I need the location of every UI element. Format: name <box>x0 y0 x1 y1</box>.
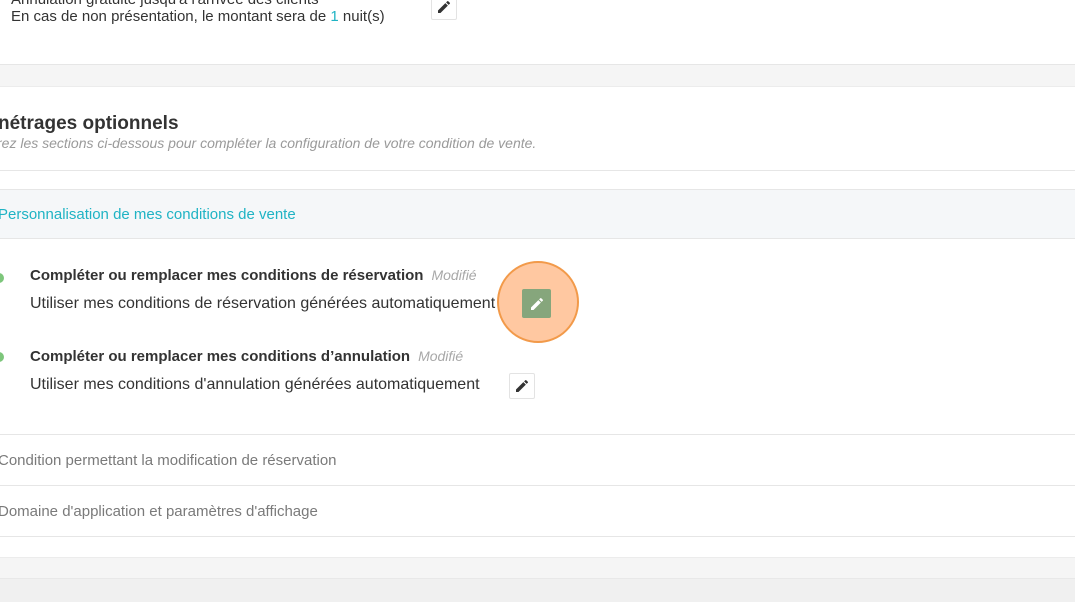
next-section-edge <box>0 578 1075 602</box>
noshow-value: 1 <box>330 8 339 25</box>
noshow-text: En cas de non présentation, le montant s… <box>11 8 385 25</box>
pencil-icon <box>516 379 529 392</box>
accordion-personalisation-header[interactable]: Personnalisation de mes conditions de ve… <box>0 189 1075 239</box>
edit-cancellation-conditions-button[interactable] <box>509 373 535 399</box>
pencil-icon <box>530 297 543 310</box>
pencil-icon <box>438 0 451 13</box>
noshow-prefix: En cas de non présentation, le montant s… <box>11 8 331 25</box>
noshow-suffix: nuit(s) <box>338 8 385 25</box>
edit-cancellation-button[interactable] <box>431 0 457 20</box>
reservation-conditions-title: Compléter ou remplacer mes conditions de… <box>30 267 477 284</box>
optional-settings-subtitle: rez les sections ci-dessous pour complét… <box>0 135 537 151</box>
cancellation-free-text: Annulation gratuite jusqu'à l'arrivée de… <box>11 0 319 8</box>
edit-reservation-conditions-button[interactable] <box>522 289 551 318</box>
optional-settings-title: nétrages optionnels <box>0 113 179 134</box>
reservation-conditions-label: Compléter ou remplacer mes conditions de… <box>30 267 424 284</box>
accordion-scope-display-settings[interactable]: Domaine d'application et paramètres d'af… <box>0 503 318 520</box>
status-badge: Modifié <box>418 348 464 364</box>
divider <box>0 434 1075 435</box>
divider <box>0 170 1075 171</box>
cancellation-conditions-title: Compléter ou remplacer mes conditions d’… <box>30 348 463 365</box>
reservation-conditions-desc: Utiliser mes conditions de réservation g… <box>30 295 496 312</box>
cancellation-summary-card: Annulation gratuite jusqu'à l'arrivée de… <box>0 0 1075 65</box>
status-badge: Modifié <box>431 267 477 283</box>
accordion-personalisation-label: Personnalisation de mes conditions de ve… <box>0 206 296 223</box>
cancellation-conditions-desc: Utiliser mes conditions d'annulation gén… <box>30 376 480 393</box>
divider <box>0 485 1075 486</box>
accordion-modification-condition[interactable]: Condition permettant la modification de … <box>0 452 337 469</box>
status-dot <box>0 273 4 283</box>
cancellation-conditions-label: Compléter ou remplacer mes conditions d’… <box>30 348 411 365</box>
status-dot <box>0 352 4 362</box>
divider <box>0 536 1075 537</box>
